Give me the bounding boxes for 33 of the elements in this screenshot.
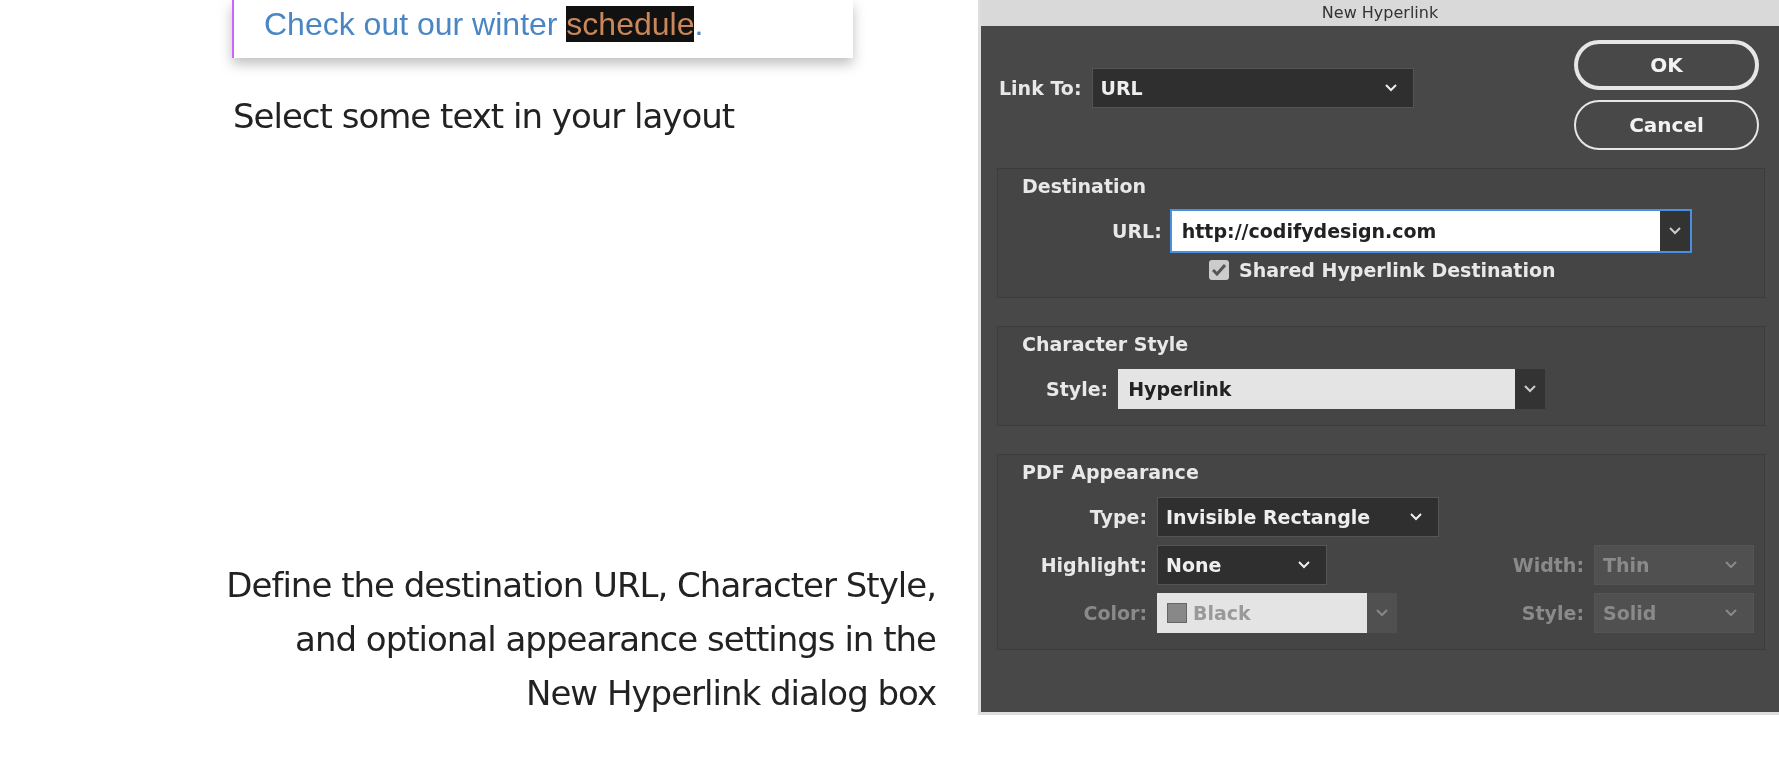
cancel-button[interactable]: Cancel xyxy=(1574,100,1759,150)
field-label: Type: xyxy=(1088,506,1147,528)
sample-text: Check out our winter schedule. xyxy=(264,6,705,43)
dropdown-button[interactable] xyxy=(1659,211,1690,251)
field-label: Highlight: xyxy=(1039,554,1147,576)
field-label: URL: xyxy=(1112,220,1162,242)
checkbox[interactable] xyxy=(1209,260,1229,280)
field-label: Link To: xyxy=(999,77,1082,99)
checkbox-label: Shared Hyperlink Destination xyxy=(1239,259,1556,281)
dropdown[interactable]: URL xyxy=(1091,68,1414,108)
field-label: Color: xyxy=(1082,602,1147,624)
field-label: Style: xyxy=(1046,378,1109,400)
caption: Define the destination URL, Character Style, and optional appearance settings in the New Hyperlink dialog box xyxy=(225,564,936,715)
group-title: PDF Appearance xyxy=(1022,461,1200,483)
chevron-down-icon xyxy=(1384,84,1397,92)
swatch-icon xyxy=(1167,603,1187,623)
dropdown[interactable]: Invisible Rectangle xyxy=(1157,497,1439,537)
dropdown[interactable]: None xyxy=(1157,545,1327,585)
chevron-down-icon xyxy=(1524,385,1537,393)
dialog-title: New Hyperlink xyxy=(981,0,1779,26)
field-label: Style: xyxy=(1520,602,1584,624)
group-title: Destination xyxy=(1022,175,1148,197)
chevron-down-icon xyxy=(1298,561,1310,569)
chevron-down-icon xyxy=(1725,561,1737,569)
chevron-down-icon xyxy=(1376,609,1388,617)
chevron-down-icon xyxy=(1668,227,1681,235)
dropdown-button[interactable] xyxy=(1515,369,1546,409)
chevron-down-icon xyxy=(1725,609,1737,617)
chevron-down-icon xyxy=(1410,513,1422,521)
field-label: Width: xyxy=(1511,554,1584,576)
ok-button[interactable]: OK xyxy=(1574,40,1759,90)
caption: Select some text in your layout xyxy=(233,96,736,136)
group-title: Character Style xyxy=(1022,333,1190,355)
